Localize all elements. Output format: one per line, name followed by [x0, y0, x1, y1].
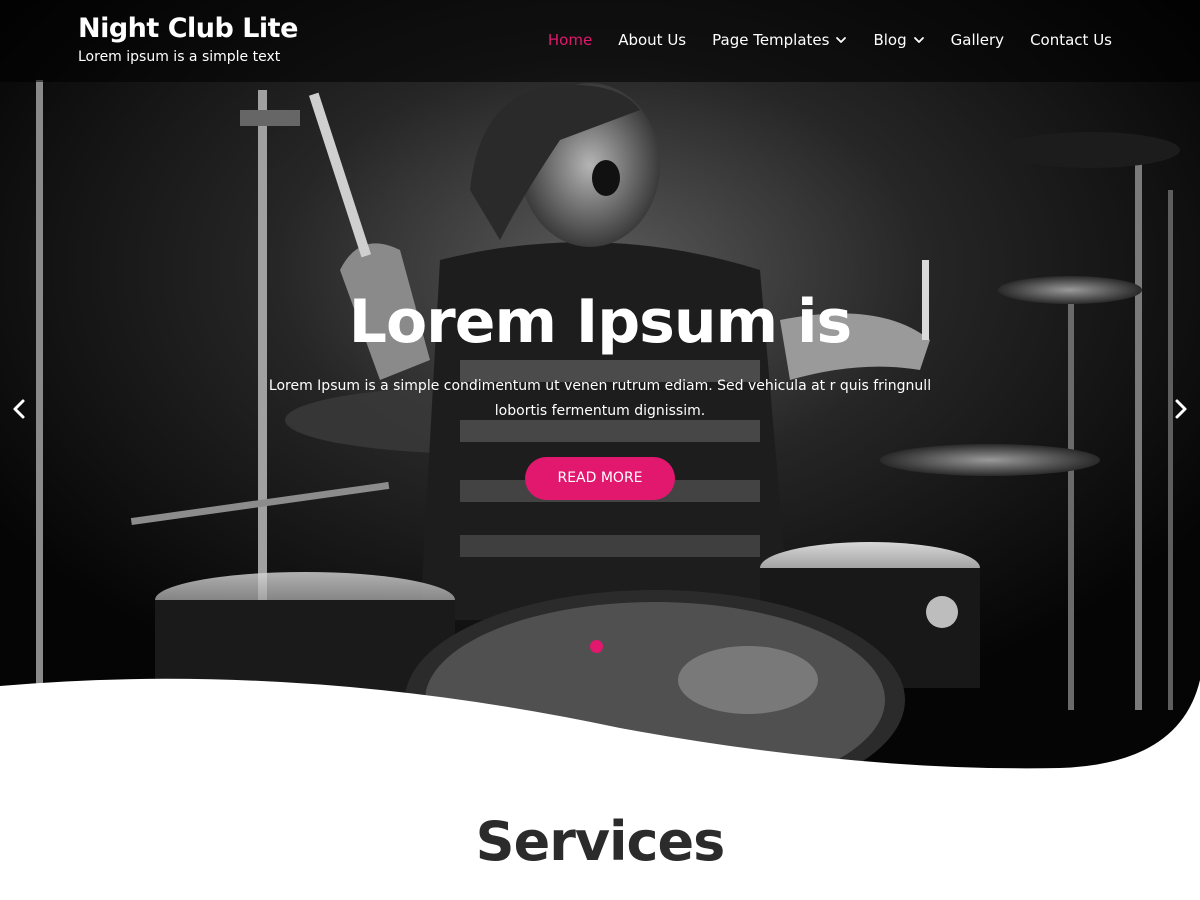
slider-pager-dot[interactable]: [590, 640, 603, 653]
read-more-button[interactable]: READ MORE: [525, 457, 675, 500]
hero-content: Lorem Ipsum is Lorem Ipsum is a simple c…: [0, 282, 1200, 500]
nav-item-page-templates[interactable]: Page Templates: [712, 29, 847, 51]
main-navigation: Home About Us Page Templates Blog Galler…: [548, 29, 1112, 51]
chevron-down-icon: [913, 37, 924, 43]
nav-item-about-us[interactable]: About Us: [618, 29, 686, 51]
hero-title: Lorem Ipsum is: [348, 287, 853, 357]
nav-item-label: Blog: [873, 31, 907, 49]
site-tagline: Lorem ipsum is a simple text: [78, 49, 281, 65]
chevron-down-icon: [836, 37, 847, 43]
nav-item-label: Contact Us: [1030, 31, 1112, 49]
nav-item-contact-us[interactable]: Contact Us: [1030, 29, 1112, 51]
chevron-left-icon[interactable]: [6, 396, 32, 422]
hero-slider: Lorem Ipsum is Lorem Ipsum is a simple c…: [0, 0, 1200, 770]
nav-item-label: Gallery: [950, 31, 1005, 49]
nav-item-home[interactable]: Home: [548, 29, 592, 51]
nav-item-label: Home: [547, 31, 593, 49]
nav-item-label: About Us: [618, 31, 687, 49]
nav-item-blog[interactable]: Blog: [873, 29, 924, 51]
chevron-right-icon[interactable]: [1168, 396, 1194, 422]
nav-item-label: Page Templates: [712, 31, 830, 49]
site-branding: Night Club Lite Lorem ipsum is a simple …: [78, 12, 298, 67]
site-title[interactable]: Night Club Lite: [78, 12, 298, 46]
hero-description: Lorem Ipsum is a simple condimentum ut v…: [268, 378, 932, 419]
page: Lorem Ipsum is Lorem Ipsum is a simple c…: [0, 0, 1200, 900]
site-header: Night Club Lite Lorem ipsum is a simple …: [0, 0, 1200, 82]
hero-curve-divider: [0, 678, 1200, 770]
nav-item-gallery[interactable]: Gallery: [951, 29, 1004, 51]
services-heading: Services: [475, 810, 726, 873]
